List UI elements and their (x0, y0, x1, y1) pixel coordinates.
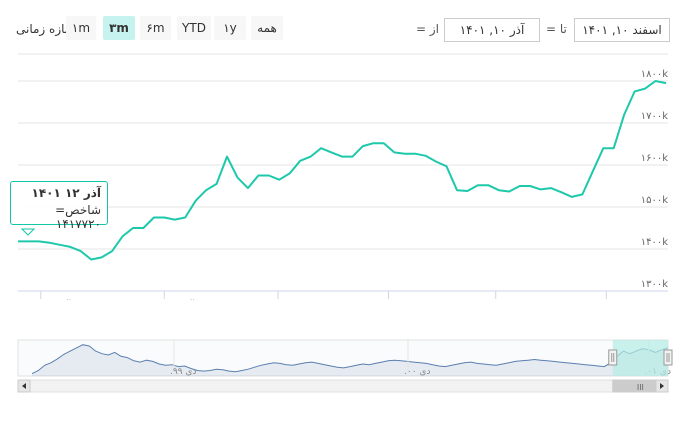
navigator-handle-right[interactable] (663, 349, 673, 366)
x-tick-label: آذر ۱۴. (41, 299, 71, 300)
navigator-handle-left[interactable] (608, 349, 618, 366)
chart-tooltip: آذر ۱۲ ۱۴۰۱ شاخص= ۱۴۱۷۷۲۰ (10, 181, 108, 231)
y-tick-label: ۱۸۰۰k (641, 69, 668, 80)
navigator-label: دی ۹۹. (170, 367, 196, 377)
y-tick-label: ۱۷۰۰k (641, 111, 668, 122)
y-tick-label: ۱۴۰۰k (641, 237, 668, 248)
y-tick-label: ۱۶۰۰k (641, 153, 668, 164)
scrollbar-grip: III (637, 383, 644, 392)
handle-body (608, 349, 618, 366)
x-tick-label: آذر ۲۸. (164, 299, 194, 300)
handle-body (663, 349, 673, 366)
y-tick-label: ۱۳۰۰k (641, 279, 668, 290)
navigator-label: دی ۰۰. (404, 367, 430, 377)
scrollbar-track (17, 379, 669, 393)
y-tick-label: ۱۵۰۰k (641, 195, 668, 206)
navigator[interactable]: دی ۹۹.دی ۰۰.دی ۰۱.III (0, 336, 695, 396)
series-line (18, 80, 667, 261)
main-chart: ۱۳۰۰k ۱۴۰۰k ۱۵۰۰k ۱۶۰۰k ۱۷۰۰k ۱۸۰۰k آذر ۱۴. آذر… (18, 53, 668, 300)
tooltip-date: آذر ۱۲ ۱۴۰۱ (31, 186, 102, 200)
navigator-selection (612, 340, 668, 376)
tooltip-value: شاخص= ۱۴۱۷۷۲۰ (55, 203, 101, 231)
